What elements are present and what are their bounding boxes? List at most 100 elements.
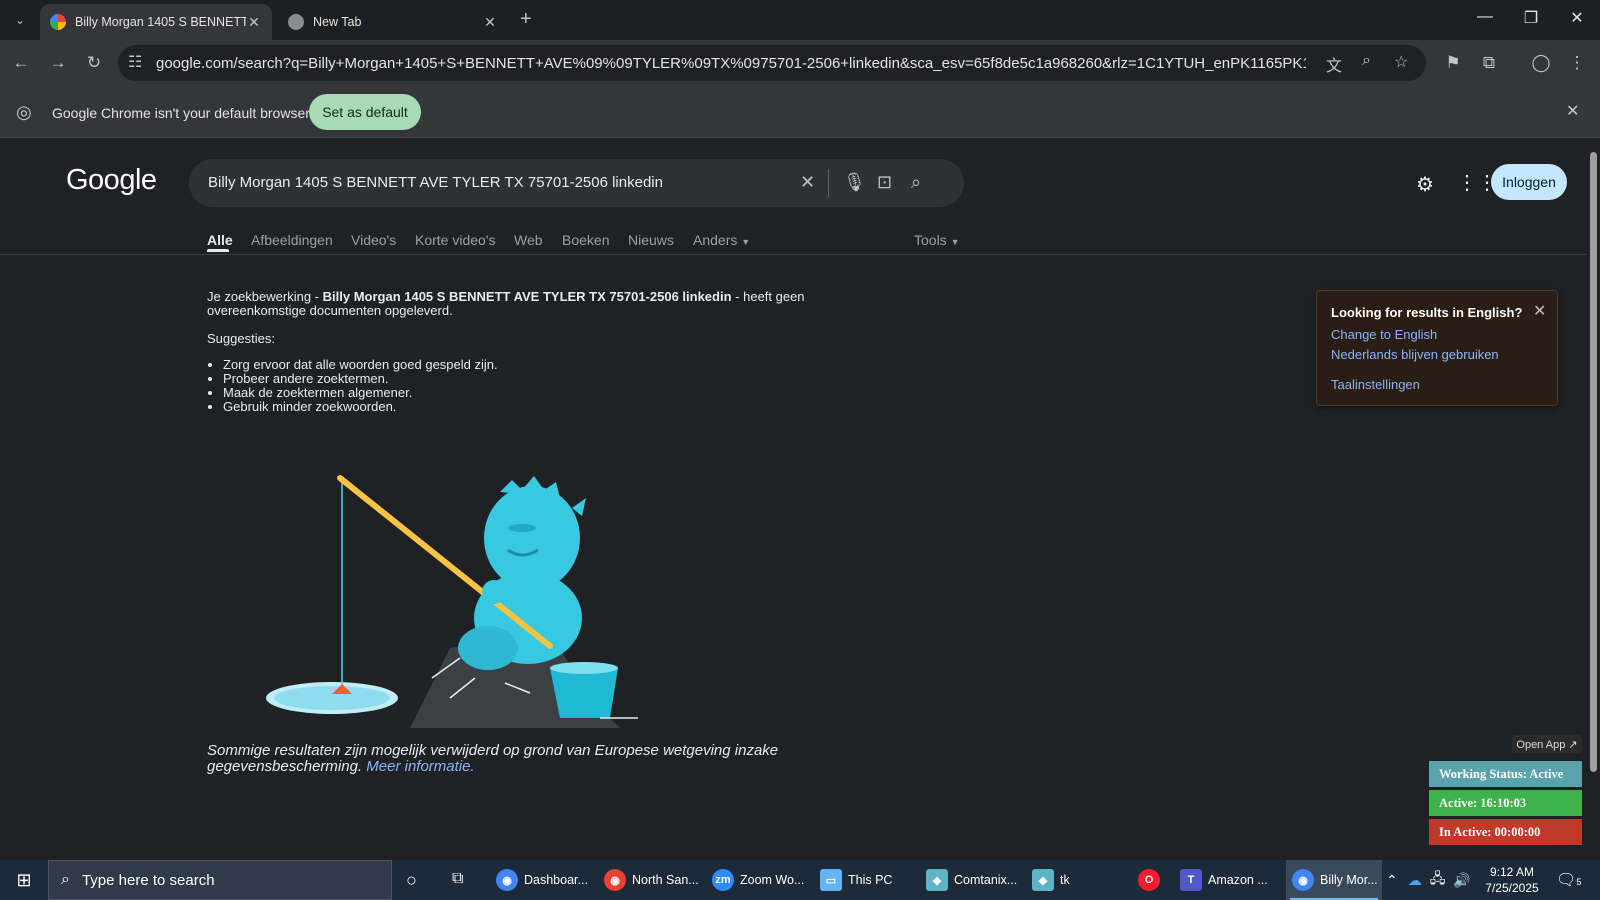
extension-nl-icon[interactable]: ⚑ [1442, 52, 1464, 74]
search-icon: ⌕ [61, 871, 70, 888]
network-icon[interactable]: 🖧 [1430, 868, 1446, 892]
tray-overflow-icon[interactable]: ⌃ [1386, 872, 1398, 889]
tab-books[interactable]: Boeken [562, 232, 609, 248]
app-label: This PC [848, 873, 893, 887]
address-bar[interactable]: ☷ google.com/search?q=Billy+Morgan+1405+… [118, 45, 1426, 81]
no-results-illustration [266, 475, 638, 728]
chrome-logo-icon: ◎ [16, 102, 32, 122]
app-label: Amazon ... [1208, 873, 1268, 887]
tab-title: New Tab [313, 15, 362, 29]
suggestion-item: Maak de zoektermen algemener. [223, 386, 807, 400]
menu-icon[interactable]: ⋮ [1566, 52, 1588, 74]
site-info-icon[interactable]: ☷ [128, 52, 142, 72]
translate-icon[interactable]: 文 [1326, 52, 1342, 76]
profile-icon[interactable]: ◯ [1530, 52, 1552, 74]
page-scrollbar[interactable] [1586, 138, 1600, 860]
taskbar-app-zoom[interactable]: zm Zoom Wo... [712, 860, 812, 900]
taskbar-search[interactable]: ⌕ Type here to search [48, 860, 392, 900]
suggestion-item: Probeer andere zoektermen. [223, 372, 807, 386]
tab-images[interactable]: Afbeeldingen [251, 232, 333, 248]
header-divider [0, 254, 1586, 255]
ice-water [274, 686, 390, 710]
close-window-icon[interactable]: ✕ [1554, 8, 1600, 28]
working-status-badge: Working Status: Active [1429, 761, 1582, 787]
taskbar-app-tk[interactable]: ◆ tk [1032, 860, 1092, 900]
language-suggestion-card: Looking for results in English? ✕ Change… [1316, 290, 1558, 406]
infobar-message: Google Chrome isn't your default browser [52, 105, 310, 121]
sign-in-button[interactable]: Inloggen [1491, 164, 1567, 200]
tab-more-label: Anders [693, 232, 738, 248]
scrollbar-thumb[interactable] [1590, 152, 1597, 772]
tab-web[interactable]: Web [514, 232, 543, 248]
tab-news[interactable]: Nieuws [628, 232, 674, 248]
reload-icon[interactable]: ↻ [83, 52, 105, 74]
creature-hand [482, 580, 506, 604]
active-tab-indicator [207, 249, 229, 252]
tab-search-icon[interactable]: ⌄ [8, 8, 32, 32]
tab-google-search[interactable]: Billy Morgan 1405 S BENNETT AVE TYLER TX… [40, 4, 272, 40]
tab-all[interactable]: Alle [207, 232, 233, 248]
taskbar-app-billy-morgan[interactable]: ◉ Billy Mor... [1286, 860, 1382, 900]
clear-search-icon[interactable]: ✕ [800, 172, 815, 193]
open-app-button[interactable]: Open App ↗ [1512, 735, 1582, 753]
forward-icon[interactable]: → [47, 52, 69, 74]
task-view-icon[interactable]: ⧉ [452, 870, 463, 888]
google-results-page: Google Billy Morgan 1405 S BENNETT AVE T… [0, 138, 1586, 860]
no-results-message: Je zoekbewerking - Billy Morgan 1405 S B… [207, 290, 807, 414]
app-label: Comtanix... [954, 873, 1018, 887]
app-label: Zoom Wo... [740, 873, 805, 887]
suggestions-title: Suggesties: [207, 331, 275, 346]
tab-more[interactable]: Anders ▼ [693, 232, 750, 248]
cortana-icon[interactable]: ○ [406, 870, 417, 891]
bucket [550, 668, 618, 718]
creature-eye [508, 524, 536, 532]
search-divider [828, 169, 829, 197]
more-info-link[interactable]: Meer informatie. [366, 758, 474, 775]
url-text[interactable]: google.com/search?q=Billy+Morgan+1405+S+… [156, 55, 1306, 72]
taskbar-app-north-san[interactable]: ◉ North San... [604, 860, 704, 900]
close-card-icon[interactable]: ✕ [1533, 301, 1546, 321]
taskbar-app-amazon[interactable]: T Amazon ... [1180, 860, 1280, 900]
onedrive-icon[interactable]: ☁ [1408, 872, 1422, 889]
bookmark-star-icon[interactable]: ☆ [1394, 52, 1408, 72]
taskbar-app-comtanix[interactable]: ◆ Comtanix... [926, 860, 1026, 900]
zoom-icon[interactable]: ⌕ [1362, 52, 1371, 70]
close-infobar-icon[interactable]: ✕ [1566, 101, 1579, 121]
minimize-icon[interactable]: — [1462, 8, 1508, 26]
taskbar-app-dashboard[interactable]: ◉ Dashboar... [496, 860, 596, 900]
search-box[interactable]: Billy Morgan 1405 S BENNETT AVE TYLER TX… [189, 159, 964, 207]
close-tab-icon[interactable]: ✕ [246, 14, 262, 31]
search-icon[interactable]: ⌕ [911, 172, 921, 193]
restore-icon[interactable]: ❐ [1508, 8, 1554, 28]
language-question: Looking for results in English? [1331, 305, 1523, 320]
taskbar-app-opera[interactable]: O [1138, 860, 1168, 900]
windows-start-icon[interactable]: ⊞ [0, 860, 48, 900]
keep-dutch-link[interactable]: Nederlands blijven gebruiken [1331, 347, 1499, 362]
extensions-icon[interactable]: ⧉ [1478, 52, 1500, 74]
search-input[interactable]: Billy Morgan 1405 S BENNETT AVE TYLER TX… [208, 174, 663, 191]
volume-icon[interactable]: 🔊 [1453, 872, 1470, 889]
language-settings-link[interactable]: Taalinstellingen [1331, 377, 1420, 392]
new-tab-icon[interactable]: + [520, 8, 532, 31]
back-icon[interactable]: ← [10, 52, 32, 74]
tab-short-videos[interactable]: Korte video's [415, 232, 496, 248]
system-tray: ⌃ ☁ 🖧 🔊 [1386, 860, 1471, 900]
lens-search-icon[interactable]: ⊡ [877, 172, 892, 193]
notification-center-icon[interactable]: 🗨5 [1556, 870, 1581, 890]
tab-new-tab[interactable]: New Tab ✕ [278, 4, 508, 40]
taskbar-app-this-pc[interactable]: ▭ This PC [820, 860, 916, 900]
chrome-app-icon: ◉ [496, 869, 518, 891]
bucket-top [550, 662, 618, 674]
settings-gear-icon[interactable]: ⚙ [1416, 172, 1434, 197]
set-as-default-button[interactable]: Set as default [309, 94, 421, 130]
clock-time: 9:12 AM [1489, 865, 1535, 879]
tools-button[interactable]: Tools ▼ [914, 232, 960, 248]
taskbar-clock[interactable]: 9:12 AM 7/25/2025 [1476, 864, 1548, 896]
google-logo[interactable]: Google [66, 164, 157, 197]
change-to-english-link[interactable]: Change to English [1331, 327, 1437, 342]
close-tab-icon[interactable]: ✕ [482, 14, 498, 31]
voice-search-icon[interactable]: 🎙 [843, 172, 866, 193]
opera-app-icon: O [1138, 869, 1160, 891]
creature-leg [458, 626, 518, 670]
tab-videos[interactable]: Video's [351, 232, 396, 248]
